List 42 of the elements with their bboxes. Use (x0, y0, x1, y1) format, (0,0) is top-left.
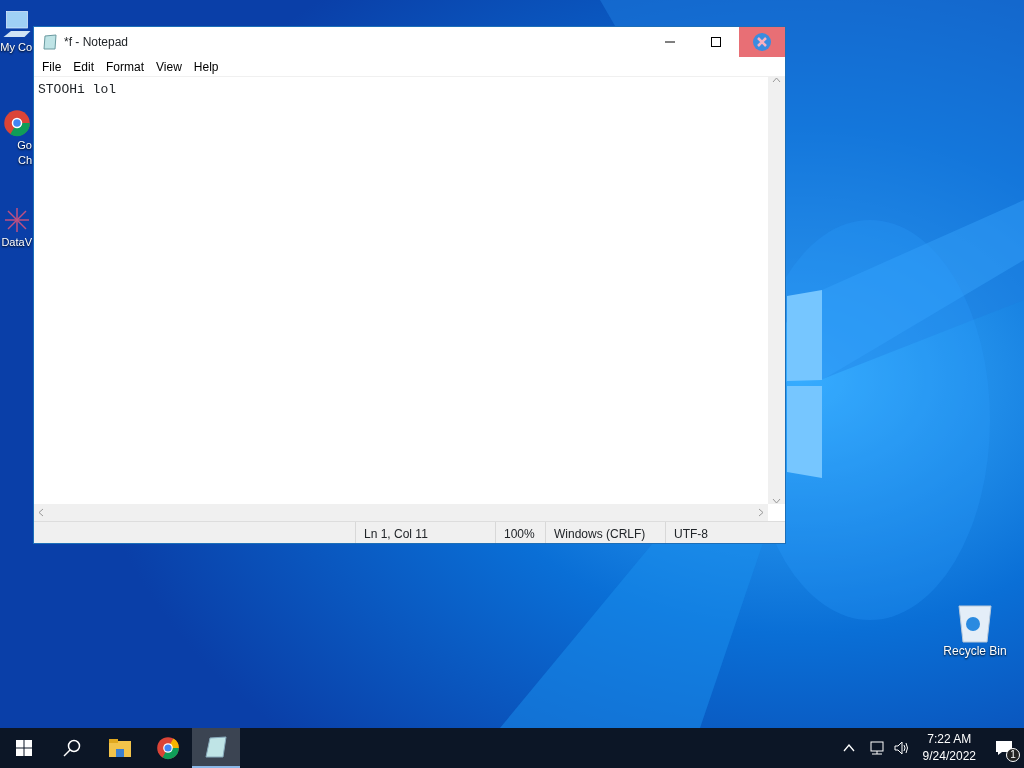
speaker-icon (893, 741, 910, 755)
folder-icon (109, 739, 131, 757)
icon-label: Recycle Bin (943, 644, 1007, 659)
clock-date: 9/24/2022 (922, 748, 976, 765)
windows-icon (16, 740, 32, 756)
window-title: *f - Notepad (64, 34, 130, 51)
menu-item[interactable]: Format (100, 57, 151, 76)
network-icon (867, 741, 884, 755)
search-icon (63, 739, 81, 757)
taskbar-button[interactable] (192, 728, 240, 768)
asterisk-icon (2, 205, 32, 235)
scroll-down-icon (772, 498, 781, 504)
notepad-icon (205, 736, 227, 758)
status-text: UTF-8 (665, 522, 785, 543)
computer-icon (2, 10, 32, 40)
horizontal-scrollbar[interactable] (34, 504, 768, 521)
chevron-up-icon (842, 744, 855, 752)
icon-label: My Co (0, 40, 32, 55)
notification-count: 1 (1006, 748, 1020, 762)
browser-icon (2, 108, 32, 138)
icon-label: Ch (17, 153, 32, 168)
notification-button[interactable]: 1 (984, 728, 1024, 768)
menu-item[interactable]: Edit (67, 57, 101, 76)
menu-item[interactable]: File (36, 57, 68, 76)
message-icon (995, 740, 1013, 756)
menu-item[interactable]: Help (187, 57, 225, 76)
scroll-up-icon (772, 77, 781, 83)
menu-item[interactable]: View (150, 57, 188, 76)
notepad-icon (42, 34, 58, 50)
vertical-scrollbar[interactable] (768, 77, 785, 504)
browser-icon (156, 736, 180, 760)
clock-time: 7:22 AM (927, 731, 972, 748)
maximize-icon (711, 37, 721, 47)
text-editor[interactable]: STOOHi lol (34, 77, 768, 504)
close-icon (752, 32, 772, 52)
scroll-right-icon (758, 508, 764, 517)
icon-label: Go (17, 138, 32, 153)
status-text: Windows (CRLF) (545, 522, 665, 543)
status-text: Ln 1, Col 11 (355, 522, 495, 543)
icon-label: DataV (1, 235, 32, 250)
scroll-left-icon (38, 508, 44, 517)
status-text: 100% (495, 522, 545, 543)
